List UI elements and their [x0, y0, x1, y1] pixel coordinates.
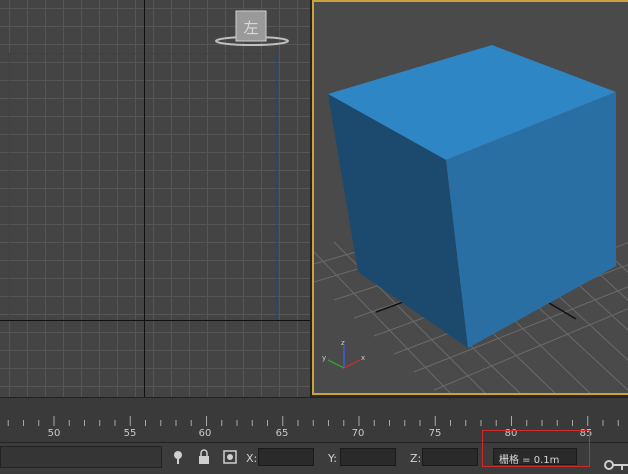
z-coord-field[interactable] — [422, 448, 478, 466]
z-coord-label: Z: — [410, 452, 422, 465]
y-coord-label: Y: — [328, 452, 337, 465]
absolute-mode-icon[interactable] — [222, 449, 238, 465]
x-coord-field[interactable] — [258, 448, 314, 466]
x-coord-label: X: — [246, 452, 258, 465]
timeline-label-65: 65 — [275, 428, 289, 439]
timeline-ticks — [7, 416, 619, 426]
grid-spacing-readout: 栅格 = 0.1m — [493, 448, 577, 466]
perspective-scene: z x y — [314, 45, 628, 393]
timeline-label-60: 60 — [198, 428, 212, 439]
viewcube-face-label: 左 — [243, 19, 258, 37]
axis-tripod-icon: z x y — [322, 339, 365, 369]
viewcube[interactable]: 左 — [212, 8, 292, 50]
perspective-viewport[interactable]: z x y — [312, 0, 628, 395]
safe-frame — [9, 53, 277, 321]
left-viewport[interactable] — [0, 0, 310, 397]
y-coord-field[interactable] — [340, 448, 396, 466]
isolate-selection-icon[interactable] — [170, 449, 186, 465]
timeline-label-55: 55 — [123, 428, 137, 439]
timeline-label-50: 50 — [47, 428, 61, 439]
prompt-line[interactable] — [0, 446, 162, 468]
vertical-axis-line — [144, 0, 145, 397]
timeline-label-70: 70 — [351, 428, 365, 439]
svg-text:z: z — [341, 339, 345, 347]
horizontal-axis-line — [0, 320, 310, 321]
key-icon[interactable] — [604, 458, 628, 472]
timeline-label-75: 75 — [428, 428, 442, 439]
svg-text:x: x — [361, 354, 365, 362]
svg-text:y: y — [322, 354, 326, 362]
lock-selection-icon[interactable] — [196, 449, 212, 465]
